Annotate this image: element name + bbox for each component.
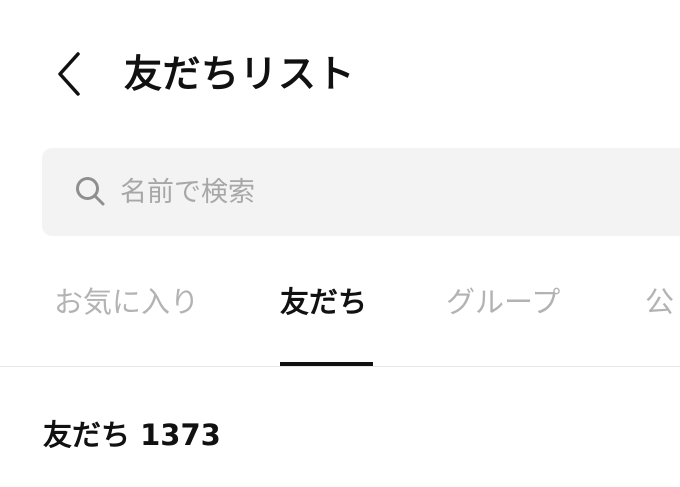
- friends-count: 1373: [140, 418, 221, 452]
- tab-friends[interactable]: 友だち: [280, 280, 367, 324]
- friends-list-screen: 友だちリスト お気に入り 友だち グループ 公 友だち 1373: [0, 0, 680, 487]
- search-input[interactable]: [120, 170, 660, 214]
- search-icon: [74, 175, 106, 207]
- header: 友だちリスト: [0, 0, 680, 145]
- tab-bar: お気に入り 友だち グループ 公: [0, 270, 680, 366]
- tab-official[interactable]: 公: [645, 280, 674, 324]
- tab-favorites[interactable]: お気に入り: [54, 280, 199, 324]
- tab-groups[interactable]: グループ: [446, 280, 560, 324]
- page-title: 友だちリスト: [124, 52, 356, 96]
- chevron-left-icon: [50, 50, 90, 98]
- back-button[interactable]: [42, 44, 98, 104]
- tab-divider: [0, 366, 680, 367]
- friends-count-header: 友だち 1373: [43, 414, 221, 456]
- section-label: 友だち: [43, 418, 131, 452]
